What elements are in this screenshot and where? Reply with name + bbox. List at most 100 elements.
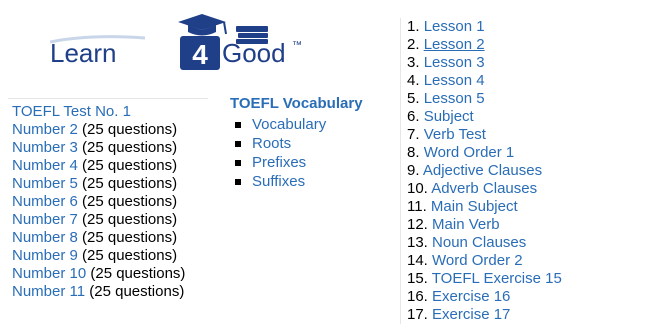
lesson-row: 6. Subject xyxy=(407,108,672,126)
bullet-icon xyxy=(235,141,241,147)
lesson-number: 9. xyxy=(407,162,420,179)
question-count: (25 questions) xyxy=(77,139,178,156)
lesson-number: 17. xyxy=(407,306,428,323)
test-link[interactable]: TOEFL Test No. 1 xyxy=(12,103,131,120)
question-count: (25 questions) xyxy=(77,121,178,138)
lesson-link[interactable]: Word Order 1 xyxy=(424,144,515,161)
question-count: (25 questions) xyxy=(86,265,186,282)
lesson-number: 13. xyxy=(407,234,428,251)
test-row: Number 11 (25 questions) xyxy=(12,283,208,301)
lesson-number: 12. xyxy=(407,216,428,233)
vocabulary-list: Vocabulary Roots Prefixes Suffixes xyxy=(230,115,400,191)
lesson-link[interactable]: Noun Clauses xyxy=(432,234,526,251)
test-row: Number 3 (25 questions) xyxy=(12,139,208,157)
lesson-link[interactable]: Exercise 17 xyxy=(432,306,510,323)
lesson-number: 5. xyxy=(407,90,420,107)
lesson-link[interactable]: Subject xyxy=(424,108,474,125)
test-link[interactable]: Number 11 xyxy=(12,283,85,300)
test-row: Number 5 (25 questions) xyxy=(12,175,208,193)
lesson-number: 1. xyxy=(407,18,420,35)
test-link[interactable]: Number 6 xyxy=(12,193,78,210)
lesson-row: 17. Exercise 17 xyxy=(407,306,672,324)
lesson-link[interactable]: Adjective Clauses xyxy=(423,162,542,179)
lesson-link[interactable]: Main Subject xyxy=(431,198,518,215)
test-link[interactable]: Number 5 xyxy=(12,175,78,192)
question-count: (25 questions) xyxy=(77,229,178,246)
lesson-number: 8. xyxy=(407,144,420,161)
vocabulary-link[interactable]: Vocabulary xyxy=(252,116,326,133)
lesson-link[interactable]: Lesson 1 xyxy=(424,18,485,35)
question-count: (25 questions) xyxy=(77,247,178,264)
question-count: (25 questions) xyxy=(77,175,178,192)
lesson-row: 13. Noun Clauses xyxy=(407,234,672,252)
test-row: Number 9 (25 questions) xyxy=(12,247,208,265)
lesson-number: 14. xyxy=(407,252,428,269)
test-row: Number 10 (25 questions) xyxy=(12,265,208,283)
site-logo[interactable]: Learn 4 Good ™ xyxy=(50,12,310,72)
test-row: Number 6 (25 questions) xyxy=(12,193,208,211)
test-row: Number 7 (25 questions) xyxy=(12,211,208,229)
lesson-link[interactable]: Word Order 2 xyxy=(432,252,523,269)
test-row: Number 8 (25 questions) xyxy=(12,229,208,247)
lesson-row: 14. Word Order 2 xyxy=(407,252,672,270)
vocabulary-heading: TOEFL Vocabulary xyxy=(230,95,363,112)
vocabulary-link[interactable]: Roots xyxy=(252,135,291,152)
question-count: (25 questions) xyxy=(77,193,178,210)
toefl-tests-list: TOEFL Test No. 1 Number 2 (25 questions) N… xyxy=(8,98,208,301)
test-link[interactable]: Number 10 xyxy=(12,265,86,282)
lesson-number: 15. xyxy=(407,270,428,287)
test-link[interactable]: Number 8 xyxy=(12,229,78,246)
test-link[interactable]: Number 2 xyxy=(12,121,78,138)
lesson-link[interactable]: Lesson 2 xyxy=(424,36,485,53)
lesson-row: 7. Verb Test xyxy=(407,126,672,144)
lesson-row: 4. Lesson 4 xyxy=(407,72,672,90)
vocabulary-item: Vocabulary xyxy=(230,115,400,134)
test-row: Number 4 (25 questions) xyxy=(12,157,208,175)
lesson-number: 10. xyxy=(407,180,428,197)
test-row: TOEFL Test No. 1 xyxy=(12,103,208,121)
lesson-row: 2. Lesson 2 xyxy=(407,36,672,54)
books-icon xyxy=(236,26,268,44)
lesson-row: 11. Main Subject xyxy=(407,198,672,216)
question-count: (25 questions) xyxy=(77,211,178,228)
bullet-icon xyxy=(235,122,241,128)
bullet-icon xyxy=(235,179,241,185)
lesson-number: 3. xyxy=(407,54,420,71)
test-link[interactable]: Number 4 xyxy=(12,157,78,174)
lesson-row: 10. Adverb Clauses xyxy=(407,180,672,198)
lesson-link[interactable]: Exercise 16 xyxy=(432,288,510,305)
lesson-number: 4. xyxy=(407,72,420,89)
lesson-number: 11. xyxy=(407,198,427,215)
lesson-row: 16. Exercise 16 xyxy=(407,288,672,306)
bullet-icon xyxy=(235,160,241,166)
lesson-link[interactable]: Adverb Clauses xyxy=(431,180,537,197)
test-row: Number 2 (25 questions) xyxy=(12,121,208,139)
logo-trademark: ™ xyxy=(292,40,302,51)
lesson-row: 12. Main Verb xyxy=(407,216,672,234)
test-link[interactable]: Number 3 xyxy=(12,139,78,156)
lesson-row: 5. Lesson 5 xyxy=(407,90,672,108)
lesson-link[interactable]: Verb Test xyxy=(424,126,486,143)
logo-graphic: Learn 4 Good ™ xyxy=(50,14,302,70)
question-count: (25 questions) xyxy=(77,157,178,174)
vocabulary-item: Prefixes xyxy=(230,153,400,172)
lesson-number: 6. xyxy=(407,108,420,125)
logo-text-number: 4 xyxy=(192,39,208,70)
lesson-link[interactable]: Lesson 5 xyxy=(424,90,485,107)
lesson-row: 9. Adjective Clauses xyxy=(407,162,672,180)
test-link[interactable]: Number 9 xyxy=(12,247,78,264)
vocabulary-link[interactable]: Suffixes xyxy=(252,173,305,190)
lesson-number: 16. xyxy=(407,288,428,305)
lesson-link[interactable]: TOEFL Exercise 15 xyxy=(432,270,562,287)
lesson-link[interactable]: Main Verb xyxy=(432,216,500,233)
lesson-link[interactable]: Lesson 3 xyxy=(424,54,485,71)
vocabulary-item: Roots xyxy=(230,134,400,153)
lesson-link[interactable]: Lesson 4 xyxy=(424,72,485,89)
vocabulary-link[interactable]: Prefixes xyxy=(252,154,306,171)
lesson-number: 7. xyxy=(407,126,420,143)
logo-text-learn: Learn xyxy=(50,38,117,68)
test-link[interactable]: Number 7 xyxy=(12,211,78,228)
toefl-vocabulary-section: TOEFL Vocabulary Vocabulary Roots Prefixes… xyxy=(230,95,400,191)
lessons-list: 1. Lesson 1 2. Lesson 2 3. Lesson 3 4. Less… xyxy=(400,18,672,324)
lesson-number: 2. xyxy=(407,36,420,53)
